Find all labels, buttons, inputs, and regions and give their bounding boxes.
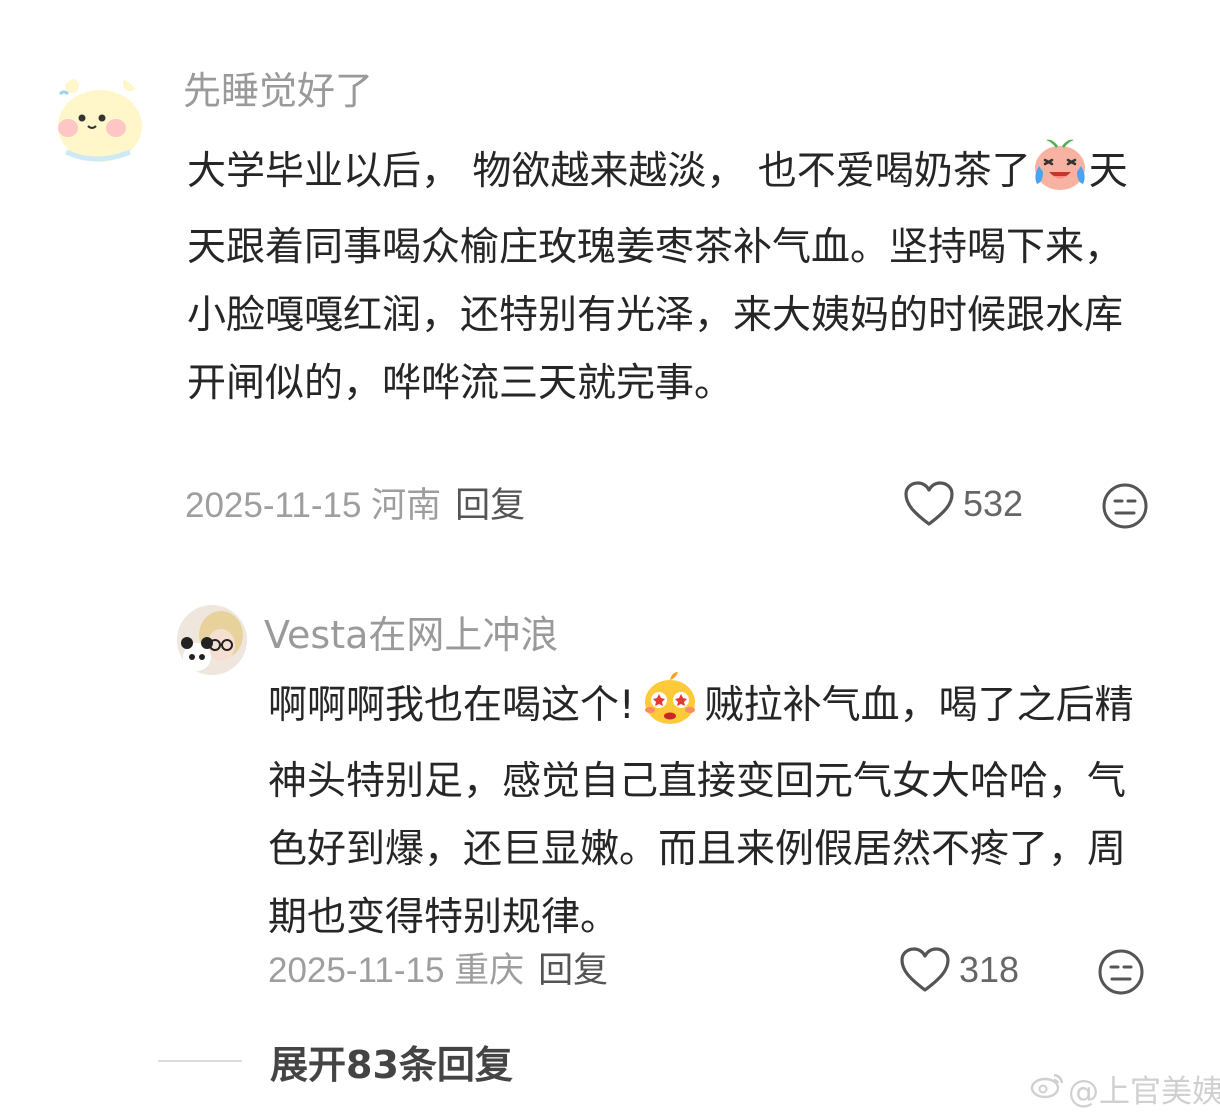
expand-replies-label: 展开83条回复 (270, 1042, 513, 1087)
heart-outline-icon (899, 946, 951, 994)
comment-meta-1: 2025-11-15 河南 回复 (185, 484, 525, 528)
laughing-crying-emoji-icon (1031, 136, 1089, 214)
watermark-text: @上官美姨 (1068, 1074, 1220, 1110)
comment-text-2-part1: 啊啊啊我也在喝这个! (268, 683, 635, 728)
like-button-2[interactable]: 318 (899, 946, 1019, 994)
like-button-1[interactable]: 532 (903, 480, 1023, 528)
expand-replies-button[interactable]: 展开83条回复 (158, 1036, 513, 1087)
comment-meta-2: 2025-11-15 重庆 回复 (268, 949, 608, 993)
heart-outline-icon (903, 480, 955, 528)
comment-text-1-part1: 大学毕业以后， 物欲越来越淡， 也不爱喝奶茶了 (187, 149, 1031, 194)
dislike-button-2[interactable] (1097, 948, 1145, 1000)
expand-divider (158, 1060, 242, 1062)
reply-button-1[interactable]: 回复 (455, 486, 525, 525)
avatar-commenter-2[interactable] (177, 605, 247, 675)
comment-text-1: 大学毕业以后， 物欲越来越淡， 也不爱喝奶茶了 天天跟着同事喝众榆庄玫瑰姜枣茶补… (187, 136, 1137, 418)
comment-text-2: 啊啊啊我也在喝这个! 贼拉补气血，喝了之后精神头特别足，感觉自己直接变回元气女大… (268, 670, 1138, 952)
like-count-2: 318 (959, 949, 1020, 990)
watermark: @上官美姨 (1030, 1066, 1220, 1111)
date-location-1: 2025-11-15 河南 (185, 486, 442, 525)
avatar-commenter-1[interactable] (48, 72, 148, 172)
like-count-1: 532 (963, 483, 1024, 524)
meh-face-icon (1097, 949, 1145, 1000)
weibo-logo-icon (1030, 1070, 1066, 1108)
username-2[interactable]: Vesta在网上冲浪 (264, 610, 558, 660)
username-1[interactable]: 先睡觉好了 (183, 66, 373, 116)
date-location-2: 2025-11-15 重庆 (268, 951, 525, 990)
meh-face-icon (1101, 483, 1149, 534)
dislike-button-1[interactable] (1101, 482, 1149, 534)
reply-button-2[interactable]: 回复 (538, 951, 608, 990)
starry-eyed-emoji-icon (641, 670, 699, 748)
